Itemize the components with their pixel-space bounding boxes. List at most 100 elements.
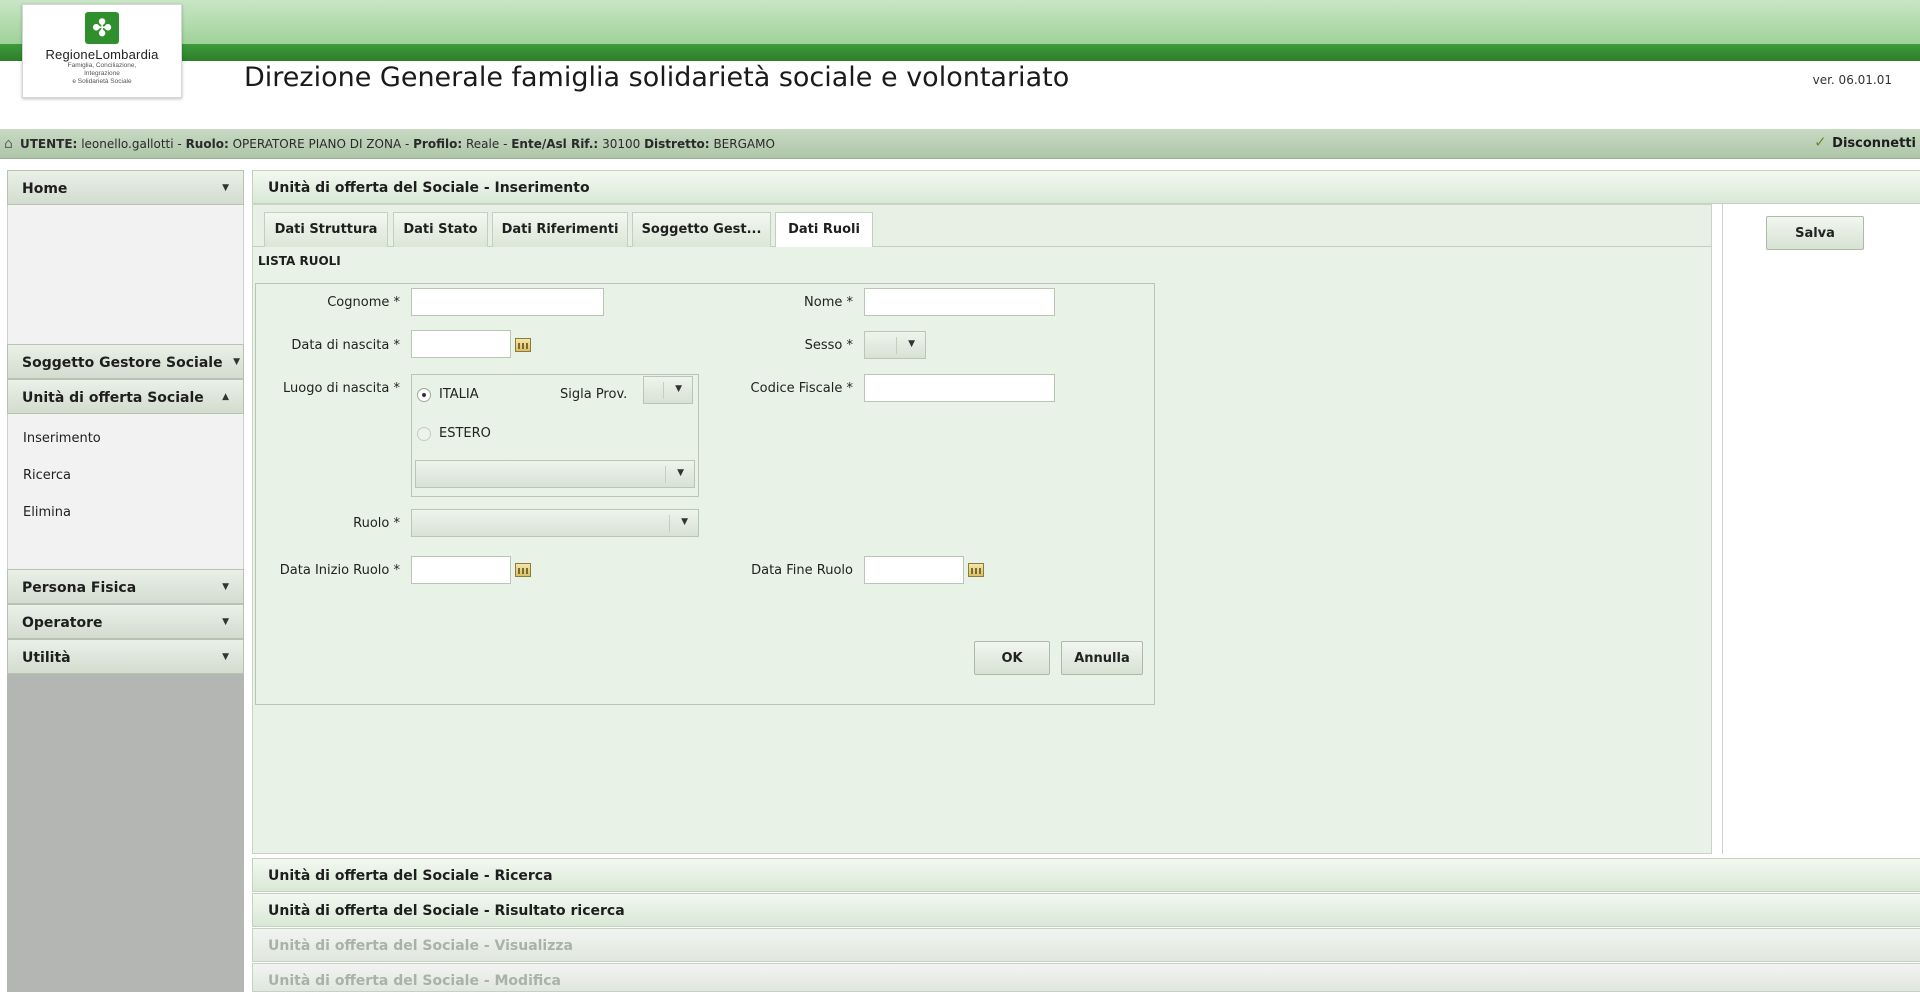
- panel-inserimento-header[interactable]: Unità di offerta del Sociale - Inserimen…: [252, 170, 1920, 204]
- sidebar-item-label: Operatore: [22, 615, 103, 631]
- separator: -: [503, 137, 512, 151]
- chevron-up-icon: ▲: [222, 392, 229, 402]
- utente-label: UTENTE:: [20, 137, 78, 151]
- panel-risultato-header[interactable]: Unità di offerta del Sociale - Risultato…: [252, 893, 1920, 927]
- user-icon: ⌂: [4, 136, 13, 152]
- divider: [665, 466, 666, 483]
- data-fine-label: Data Fine Ruolo: [751, 563, 853, 578]
- page-title: Direzione Generale famiglia solidarietà …: [244, 62, 1070, 93]
- codice-fiscale-label: Codice Fiscale *: [750, 381, 853, 396]
- logout-icon: ✓: [1814, 133, 1827, 151]
- luogo-nascita-label: Luogo di nascita *: [283, 381, 400, 396]
- sidebar: Home ▼ Soggetto Gestore Sociale ▼ Unità …: [7, 170, 244, 992]
- sigla-prov-select[interactable]: ▼: [643, 376, 693, 404]
- sidebar-item-persona-fisica[interactable]: Persona Fisica ▼: [7, 569, 244, 604]
- distretto-value: BERGAMO: [713, 137, 775, 151]
- distretto-label: Distretto:: [644, 137, 710, 151]
- sidebar-link-ricerca[interactable]: Ricerca: [23, 468, 71, 483]
- logout-label: Disconnetti: [1832, 136, 1916, 151]
- ente-label: Ente/Asl Rif.:: [511, 137, 599, 151]
- sidebar-item-label: Unità di offerta Sociale: [22, 390, 204, 406]
- sidebar-item-home[interactable]: Home ▼: [7, 170, 244, 205]
- section-title: LISTA RUOLI: [258, 254, 341, 268]
- chevron-down-icon: ▼: [677, 468, 684, 478]
- sidebar-item-label: Home: [22, 181, 68, 197]
- data-inizio-field[interactable]: [411, 556, 511, 584]
- cognome-field[interactable]: [411, 288, 604, 316]
- data-inizio-label: Data Inizio Ruolo *: [279, 563, 400, 578]
- divider: [663, 382, 664, 399]
- profilo-value: Reale: [465, 137, 500, 151]
- ok-button[interactable]: OK: [974, 641, 1050, 675]
- radio-estero-label: ESTERO: [439, 426, 491, 441]
- sidebar-item-label: Soggetto Gestore Sociale: [22, 355, 223, 371]
- radio-italia-label: ITALIA: [439, 387, 479, 402]
- save-button[interactable]: Salva: [1766, 216, 1864, 250]
- sesso-select[interactable]: ▼: [864, 331, 926, 359]
- tab-dati-struttura[interactable]: Dati Struttura: [264, 212, 388, 247]
- sidebar-link-elimina[interactable]: Elimina: [23, 505, 71, 520]
- app-header: ✤ RegioneLombardia Famiglia, Conciliazio…: [0, 0, 1920, 126]
- chevron-down-icon: ▼: [222, 582, 229, 592]
- calendar-icon[interactable]: [515, 563, 531, 577]
- chevron-down-icon: ▼: [222, 183, 229, 193]
- codice-fiscale-field[interactable]: [864, 374, 1055, 402]
- version-label: ver. 06.01.01: [1812, 73, 1892, 87]
- tab-dati-stato[interactable]: Dati Stato: [393, 212, 488, 247]
- separator: -: [177, 137, 186, 151]
- radio-estero[interactable]: [417, 427, 431, 441]
- logo-subtitle: Famiglia, Conciliazione, Integrazione e …: [67, 62, 137, 85]
- logout-button[interactable]: ✓ Disconnetti: [1814, 133, 1920, 155]
- ruolo-label: Ruolo:: [185, 137, 229, 151]
- user-info: UTENTE: leonello.gallotti - Ruolo: OPERA…: [20, 137, 775, 151]
- sesso-label: Sesso *: [804, 338, 853, 353]
- sidebar-item-soggetto-gestore[interactable]: Soggetto Gestore Sociale ▼: [7, 344, 244, 379]
- header-band-light: [0, 0, 1920, 44]
- nome-field[interactable]: [864, 288, 1055, 316]
- utente-value: leonello.gallotti: [81, 137, 174, 151]
- profilo-label: Profilo:: [413, 137, 463, 151]
- data-nascita-label: Data di nascita *: [291, 338, 400, 353]
- ente-value: 30100: [602, 137, 641, 151]
- sidebar-link-inserimento[interactable]: Inserimento: [23, 431, 101, 446]
- chevron-down-icon: ▼: [681, 517, 688, 527]
- panel-modifica-header: Unità di offerta del Sociale - Modifica: [252, 963, 1920, 992]
- user-info-bar: ⌂ UTENTE: leonello.gallotti - Ruolo: OPE…: [0, 129, 1920, 159]
- sidebar-item-utilita[interactable]: Utilità ▼: [7, 639, 244, 674]
- comune-nascita-select[interactable]: ▼: [415, 460, 695, 488]
- sidebar-item-operatore[interactable]: Operatore ▼: [7, 604, 244, 639]
- tab-dati-riferimenti[interactable]: Dati Riferimenti: [492, 212, 628, 247]
- sidebar-item-label: Utilità: [22, 650, 71, 666]
- chevron-down-icon: ▼: [908, 339, 915, 349]
- ruolo-value: OPERATORE PIANO DI ZONA: [232, 137, 402, 151]
- chevron-down-icon: ▼: [233, 357, 240, 367]
- ruolo-select[interactable]: ▼: [411, 509, 699, 537]
- tab-dati-ruoli[interactable]: Dati Ruoli: [775, 212, 873, 249]
- tab-soggetto-gestore[interactable]: Soggetto Gest...: [632, 212, 771, 247]
- separator: -: [404, 137, 414, 151]
- sigla-prov-label: Sigla Prov.: [560, 387, 628, 402]
- divider: [896, 337, 897, 354]
- header-band-dark: [0, 44, 1920, 61]
- divider: [669, 515, 670, 532]
- chevron-down-icon: ▼: [222, 652, 229, 662]
- radio-italia[interactable]: [417, 388, 431, 402]
- actions-column: [1722, 204, 1920, 854]
- chevron-down-icon: ▼: [675, 384, 682, 394]
- calendar-icon[interactable]: [515, 338, 531, 352]
- calendar-icon[interactable]: [968, 563, 984, 577]
- panel-ricerca-header[interactable]: Unità di offerta del Sociale - Ricerca: [252, 858, 1920, 892]
- ruolo-label: Ruolo *: [353, 516, 400, 531]
- sidebar-item-label: Persona Fisica: [22, 580, 137, 596]
- panel-visualizza-header: Unità di offerta del Sociale - Visualizz…: [252, 928, 1920, 962]
- data-fine-field[interactable]: [864, 556, 964, 584]
- annulla-button[interactable]: Annulla: [1061, 641, 1143, 675]
- nome-label: Nome *: [804, 295, 853, 310]
- chevron-down-icon: ▼: [222, 617, 229, 627]
- data-nascita-field[interactable]: [411, 330, 511, 358]
- rose-camuna-icon: ✤: [85, 12, 119, 44]
- logo-name: RegioneLombardia: [45, 47, 159, 62]
- regione-lombardia-logo[interactable]: ✤ RegioneLombardia Famiglia, Conciliazio…: [22, 4, 182, 98]
- cognome-label: Cognome *: [327, 295, 400, 310]
- sidebar-item-unita-offerta[interactable]: Unità di offerta Sociale ▲: [7, 379, 244, 414]
